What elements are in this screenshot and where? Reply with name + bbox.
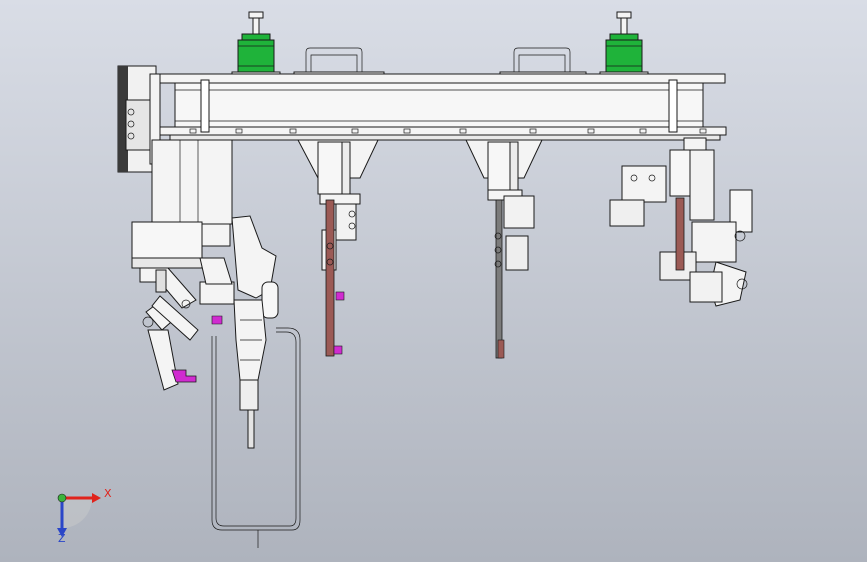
y-axis-dot — [57, 493, 67, 503]
z-axis-label: Z — [58, 532, 66, 545]
x-axis-label: X — [104, 487, 112, 500]
cad-viewport[interactable]: X Z — [0, 0, 867, 562]
right-clamp-unit — [609, 137, 753, 307]
gripper-fixture-drawing: X Z — [57, 11, 753, 548]
center-right-gripper — [465, 139, 543, 359]
left-clamp-arm — [139, 257, 251, 391]
locating-cylinder-left — [231, 11, 281, 81]
torch-assembly — [231, 215, 279, 449]
main-beam — [154, 73, 727, 141]
center-left-gripper — [297, 139, 379, 357]
locating-cylinder-right — [599, 11, 649, 81]
axis-triad: X Z — [57, 487, 112, 545]
